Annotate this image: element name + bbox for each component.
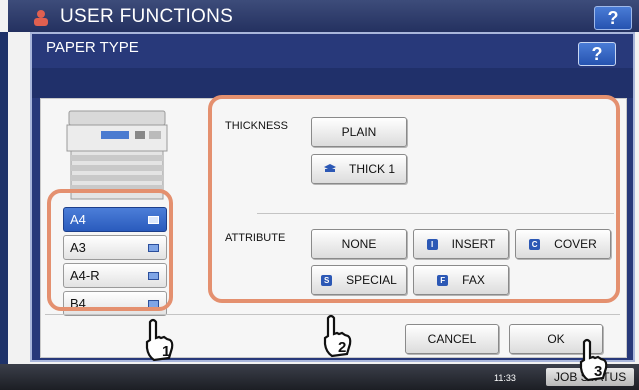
options-highlight <box>208 95 620 303</box>
step-1-hand-icon: 1 <box>145 318 174 362</box>
user-functions-title: USER FUNCTIONS <box>60 6 234 27</box>
dialog-help-button[interactable]: ? <box>578 42 616 66</box>
tray-highlight <box>47 189 173 311</box>
user-functions-icon <box>34 10 48 26</box>
copier-machine-image <box>66 110 168 200</box>
button-label: OK <box>547 332 565 346</box>
step-2-hand-icon: 2 <box>323 314 352 358</box>
dialog-header-band <box>32 68 633 98</box>
cancel-button[interactable]: CANCEL <box>405 324 499 354</box>
dialog-title: PAPER TYPE <box>46 39 139 56</box>
status-bar <box>0 364 639 390</box>
background-help-button[interactable]: ? <box>594 6 632 30</box>
button-label: CANCEL <box>427 332 477 346</box>
step-3-hand-icon: 3 <box>579 338 608 382</box>
clock-readout: 11:33 <box>494 373 516 383</box>
step-number: 1 <box>162 343 170 360</box>
step-number: 3 <box>594 363 602 380</box>
left-edge-strip <box>0 32 8 390</box>
step-number: 2 <box>338 339 346 356</box>
